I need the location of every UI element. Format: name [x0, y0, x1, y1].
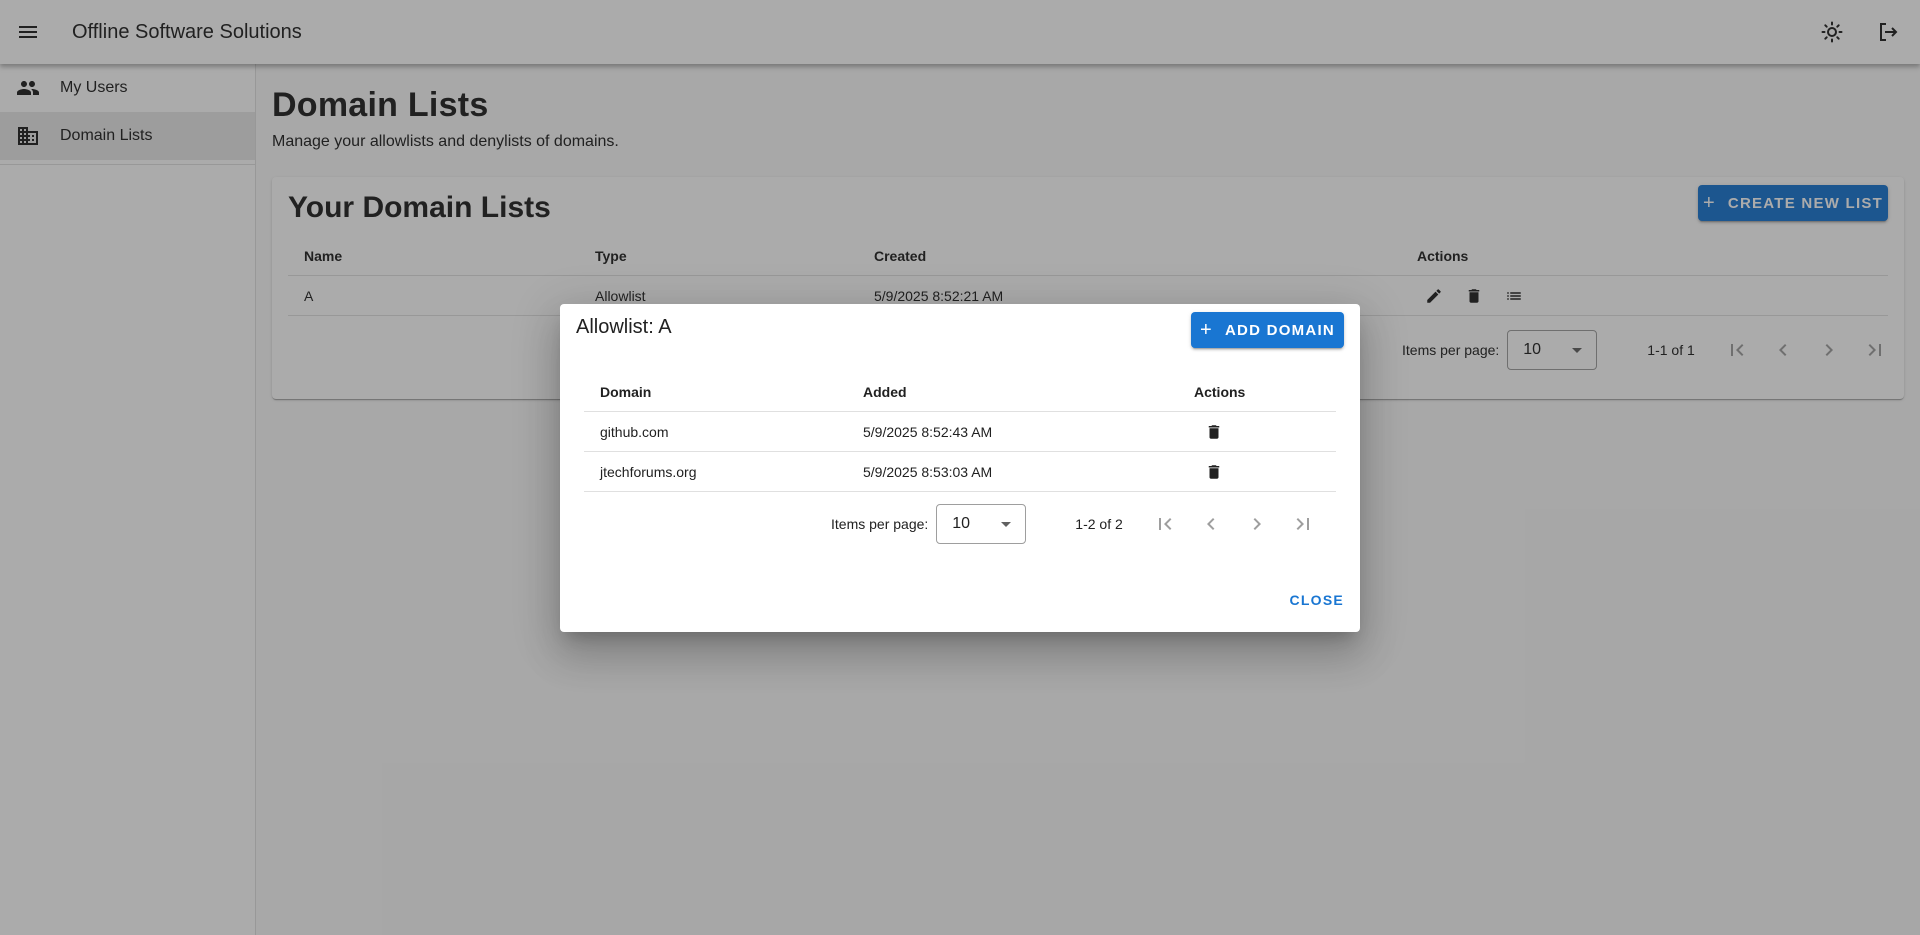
pagination-range: 1-2 of 2	[1075, 516, 1123, 532]
column-header-actions: Actions	[1194, 384, 1246, 400]
next-page-button[interactable]	[1239, 506, 1275, 542]
column-header-added[interactable]: Added	[863, 372, 907, 412]
chevron-down-icon	[1001, 522, 1012, 527]
last-page-icon	[1296, 518, 1309, 530]
domains-table: Domain Added Actions github.com 5/9/2025…	[584, 372, 1336, 492]
add-domain-button[interactable]: + ADD DOMAIN	[1191, 312, 1344, 348]
previous-page-button[interactable]	[1193, 506, 1229, 542]
cell-domain: github.com	[600, 424, 669, 440]
add-domain-label: ADD DOMAIN	[1224, 321, 1335, 339]
close-button[interactable]: CLOSE	[1290, 586, 1344, 614]
delete-icon	[1208, 425, 1220, 439]
allowlist-dialog: Allowlist: A + ADD DOMAIN Domain Added A…	[560, 304, 1360, 632]
first-page-icon	[1158, 518, 1172, 530]
table-row[interactable]: github.com 5/9/2025 8:52:43 AM	[584, 412, 1336, 452]
first-page-button[interactable]	[1147, 506, 1183, 542]
delete-domain-button[interactable]	[1198, 456, 1230, 488]
dialog-pagination: Items per page: 10 1-2 of 2	[831, 504, 1321, 544]
chevron-left-icon	[1206, 518, 1215, 530]
cell-domain: jtechforums.org	[600, 464, 697, 480]
cell-added: 5/9/2025 8:52:43 AM	[863, 424, 993, 440]
items-per-page-value: 10	[952, 515, 971, 532]
dialog-title: Allowlist: A	[576, 316, 672, 338]
table-header: Domain Added Actions	[584, 372, 1336, 412]
items-per-page-select[interactable]: 10	[936, 504, 1027, 544]
delete-domain-button[interactable]	[1198, 416, 1230, 448]
chevron-right-icon	[1253, 518, 1261, 530]
last-page-button[interactable]	[1285, 506, 1321, 542]
delete-icon	[1208, 465, 1220, 479]
items-per-page-label: Items per page:	[831, 516, 929, 532]
table-row[interactable]: jtechforums.org 5/9/2025 8:53:03 AM	[584, 452, 1336, 492]
plus-icon: +	[1200, 319, 1213, 341]
column-header-domain[interactable]: Domain	[600, 372, 651, 412]
cell-added: 5/9/2025 8:53:03 AM	[863, 464, 993, 480]
